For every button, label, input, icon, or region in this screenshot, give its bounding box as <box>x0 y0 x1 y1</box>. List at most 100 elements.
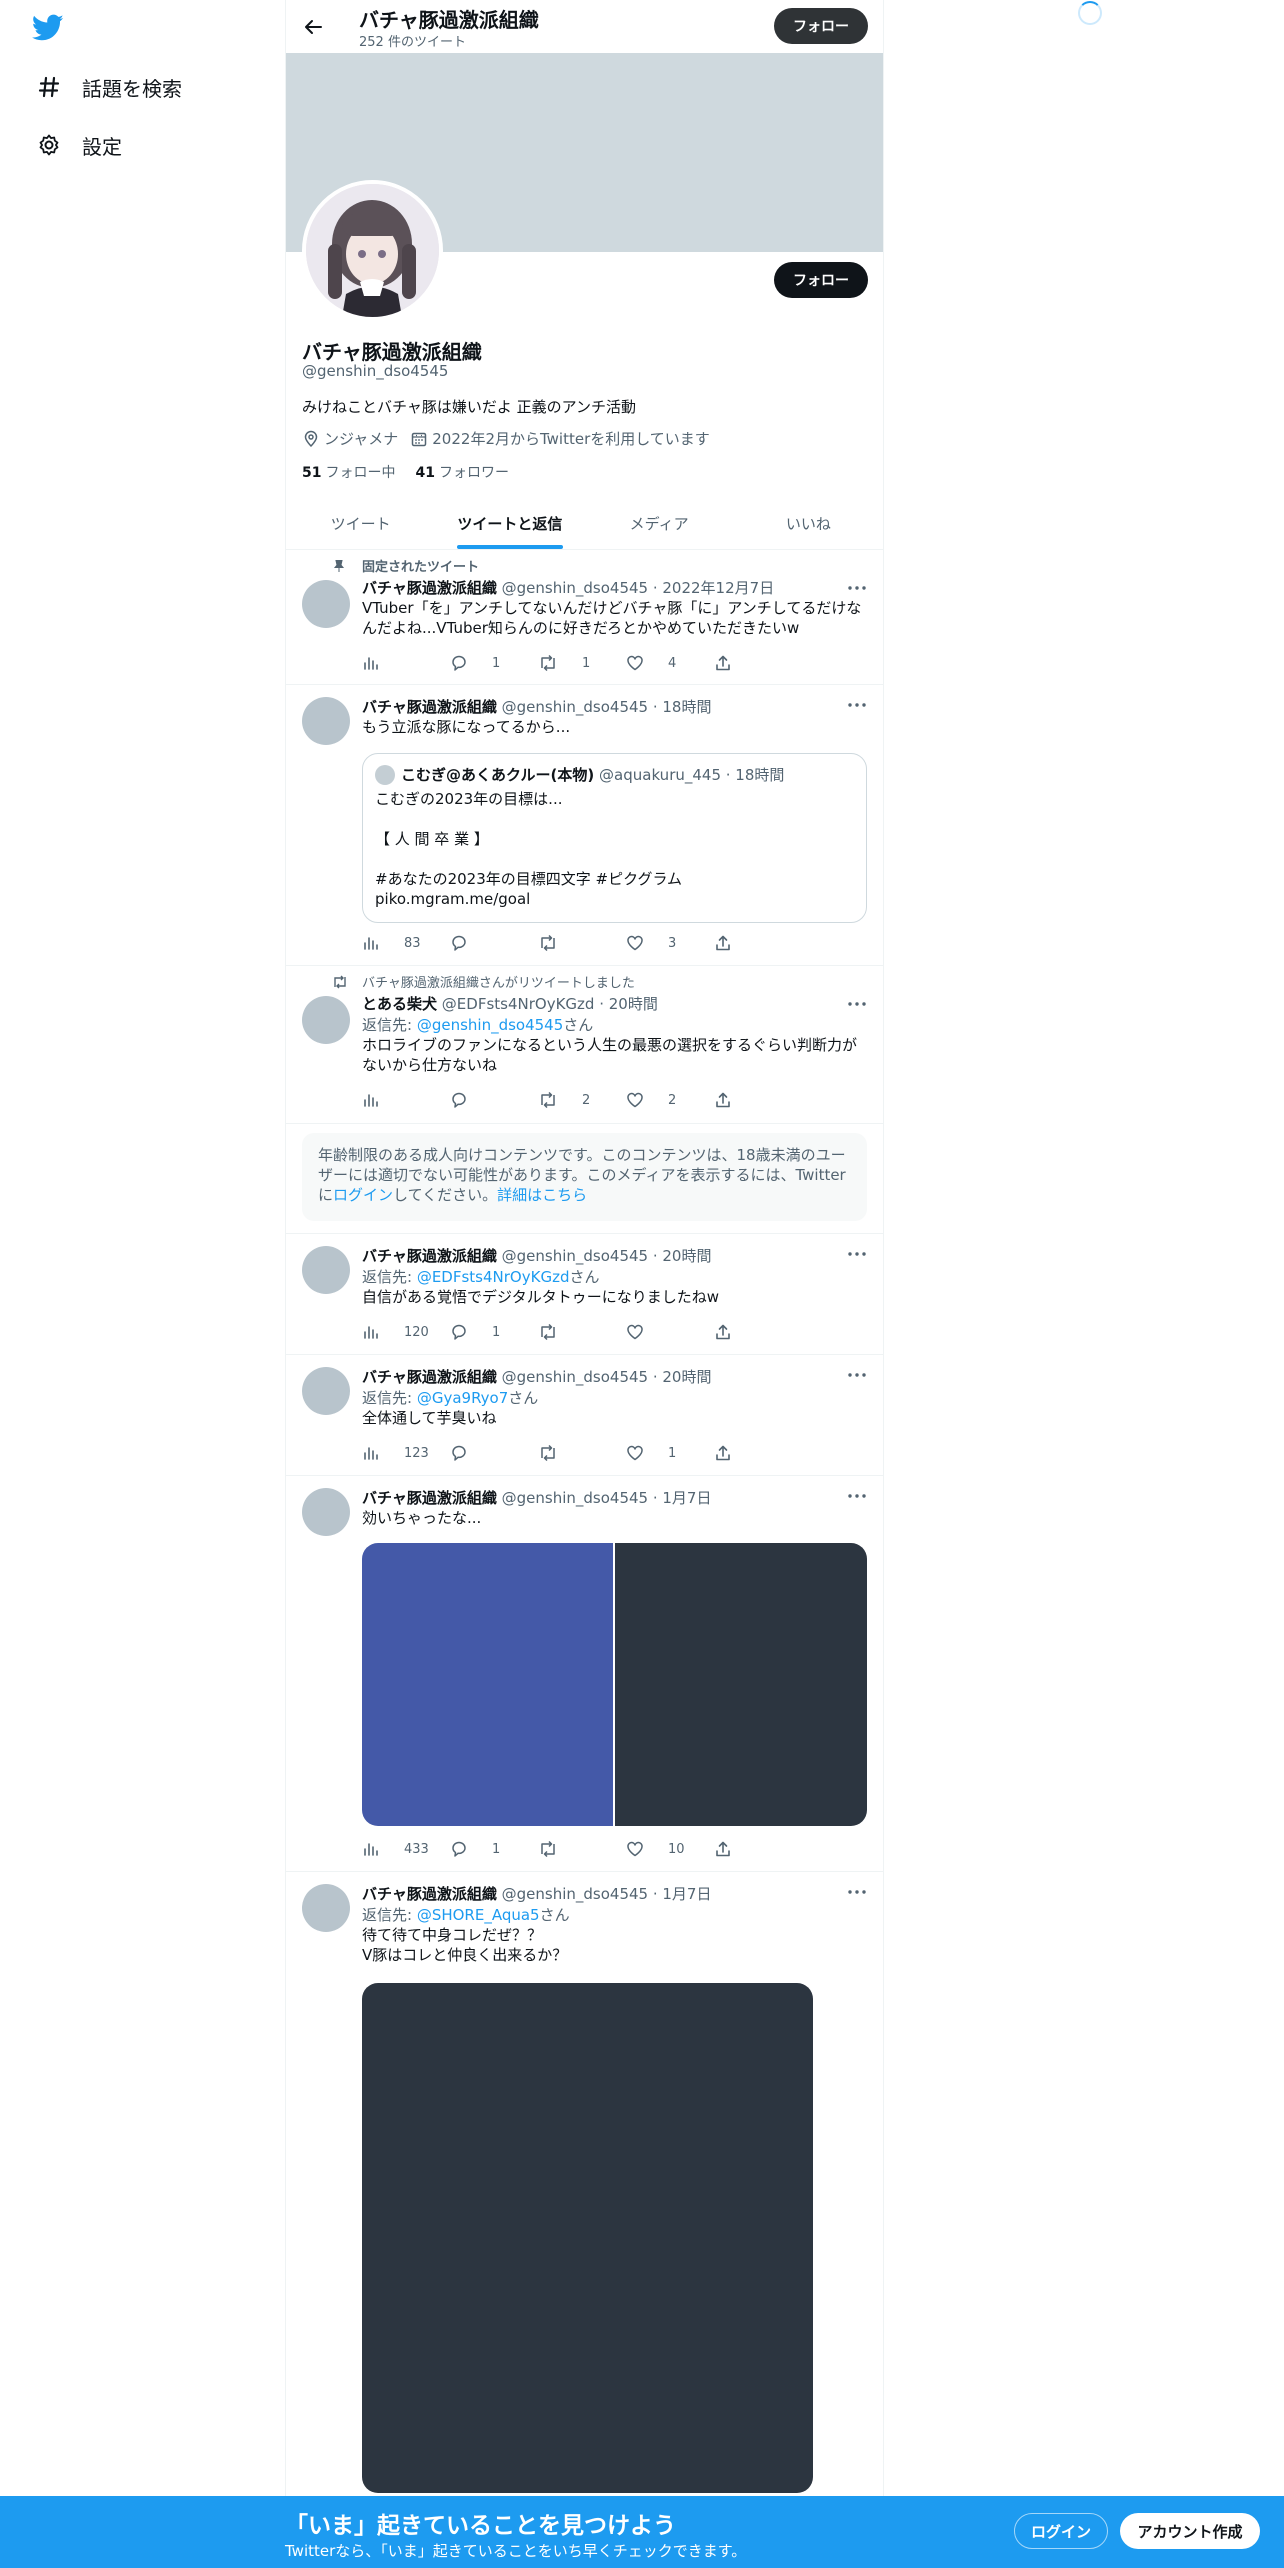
quoted-text-line <box>375 809 854 829</box>
tweet-author[interactable]: バチャ豚過激派組織 <box>362 698 497 716</box>
login-button[interactable]: ログイン <box>1014 2513 1108 2549</box>
follow-button[interactable]: フォロー <box>774 262 868 298</box>
signup-banner-subtitle: Twitterなら、「いま」起きていることをいち早くチェックできます。 <box>285 2542 747 2560</box>
share-action[interactable] <box>714 1090 802 1110</box>
retweets-action[interactable]: 1 <box>538 653 626 673</box>
tweet-author[interactable]: バチャ豚過激派組織 <box>362 1489 497 1507</box>
likes-action[interactable]: 2 <box>626 1090 714 1110</box>
share-action[interactable] <box>714 1839 802 1859</box>
replies-action[interactable] <box>450 1443 538 1463</box>
tweet[interactable]: バチャ豚過激派組織 @genshin_dso4545 · 1月7日 返信先: @… <box>286 1872 883 2496</box>
reply-handle-link[interactable]: @genshin_dso4545 <box>417 1016 563 1034</box>
replies-action[interactable] <box>450 933 538 953</box>
reply-handle-link[interactable]: @EDFsts4NrOyKGzd <box>417 1268 570 1286</box>
likes-action[interactable]: 10 <box>626 1839 714 1859</box>
profile-avatar[interactable] <box>302 180 443 321</box>
avatar[interactable] <box>302 1884 350 1932</box>
reply-prefix: 返信先: <box>362 1389 417 1407</box>
signup-button[interactable]: アカウント作成 <box>1120 2513 1260 2549</box>
media-image[interactable] <box>615 1543 867 1826</box>
avatar[interactable] <box>302 1488 350 1536</box>
tab-tweets[interactable]: ツイート <box>286 497 435 549</box>
tweet-author[interactable]: とある柴犬 <box>362 995 437 1013</box>
retweets-action[interactable] <box>538 1839 626 1859</box>
tweet[interactable]: バチャ豚過激派組織 @genshin_dso4545 · 18時間 もう立派な豚… <box>286 685 883 966</box>
likes-action[interactable]: 3 <box>626 933 714 953</box>
tweet-text: 全体通して芋臭いね <box>362 1409 497 1427</box>
twitter-logo-icon[interactable] <box>31 14 64 42</box>
media-image[interactable] <box>362 1543 613 1826</box>
reply-to: 返信先: @SHORE_Aqua5さん <box>362 1904 867 1925</box>
reply-to: 返信先: @EDFsts4NrOyKGzdさん <box>362 1266 867 1287</box>
left-nav: 話題を検索 設定 <box>0 0 285 2568</box>
reply-prefix: 返信先: <box>362 1016 417 1034</box>
views-action[interactable]: 123 <box>362 1443 450 1463</box>
tweet[interactable]: バチャ豚過激派組織 @genshin_dso4545 · 20時間 返信先: @… <box>286 1234 883 1355</box>
likes-action[interactable]: 4 <box>626 653 714 673</box>
tweet[interactable]: 固定されたツイート バチャ豚過激派組織 @genshin_dso4545 · 2… <box>286 550 883 685</box>
following-link[interactable]: 51 フォロー中 <box>302 462 395 482</box>
tweet-author[interactable]: バチャ豚過激派組織 <box>362 1885 497 1903</box>
views-action[interactable]: 83 <box>362 933 450 953</box>
quoted-text-line: こむぎの2023年の目標は... <box>375 790 563 808</box>
media-image[interactable] <box>362 1983 813 2493</box>
nav-explore[interactable]: 話題を検索 <box>24 63 194 111</box>
tab-likes[interactable]: いいね <box>734 497 883 549</box>
share-icon <box>714 1323 744 1341</box>
nav-settings[interactable]: 設定 <box>24 121 134 169</box>
tweet-author[interactable]: バチャ豚過激派組織 <box>362 1368 497 1386</box>
retweets-action[interactable]: 2 <box>538 1090 626 1110</box>
tweet[interactable]: バチャ豚過激派組織さんがリツイートしました とある柴犬 @EDFsts4NrOy… <box>286 966 883 1124</box>
avatar[interactable] <box>302 996 350 1044</box>
reply-handle-link[interactable]: @SHORE_Aqua5 <box>417 1906 540 1924</box>
profile-bio: みけねことバチャ豚は嫌いだよ 正義のアンチ活動 <box>302 398 637 416</box>
tab-media[interactable]: メディア <box>585 497 734 549</box>
avatar[interactable] <box>302 697 350 745</box>
views-action[interactable]: 120 <box>362 1322 450 1342</box>
tweet-body: バチャ豚過激派組織 @genshin_dso4545 · 20時間 返信先: @… <box>362 1366 867 1428</box>
quoted-link[interactable]: piko.mgram.me/goal <box>375 889 854 909</box>
views-action[interactable] <box>362 1090 450 1110</box>
login-link[interactable]: ログイン <box>333 1186 393 1204</box>
retweets-count: 1 <box>582 655 591 671</box>
retweets-action[interactable] <box>538 933 626 953</box>
avatar[interactable] <box>302 1246 350 1294</box>
replies-action[interactable]: 1 <box>450 1839 538 1859</box>
profile-name: バチャ豚過激派組織 <box>302 340 482 364</box>
views-action[interactable]: 433 <box>362 1839 450 1859</box>
share-action[interactable] <box>714 933 802 953</box>
tweet-author[interactable]: バチャ豚過激派組織 <box>362 1247 497 1265</box>
back-arrow-icon[interactable] <box>298 12 328 42</box>
replies-action[interactable] <box>450 1090 538 1110</box>
sensitive-mid: してください。 <box>393 1186 498 1204</box>
tweet-actions: 123 1 <box>362 1443 802 1463</box>
followers-link[interactable]: 41 フォロワー <box>415 462 508 482</box>
retweets-action[interactable] <box>538 1443 626 1463</box>
share-icon <box>714 1444 744 1462</box>
avatar[interactable] <box>302 1367 350 1415</box>
tweet-meta: @genshin_dso4545 · 20時間 <box>501 1247 712 1265</box>
details-link[interactable]: 詳細はこちら <box>497 1186 587 1204</box>
share-action[interactable] <box>714 1322 802 1342</box>
reply-icon <box>450 934 480 952</box>
tweet[interactable]: バチャ豚過激派組織 @genshin_dso4545 · 20時間 返信先: @… <box>286 1355 883 1476</box>
quoted-tweet[interactable]: こむぎ@あくあクルー(本物) @aquakuru_445 · 18時間 こむぎの… <box>362 753 867 923</box>
avatar[interactable] <box>302 580 350 628</box>
likes-action[interactable] <box>626 1322 714 1342</box>
retweets-action[interactable] <box>538 1322 626 1342</box>
tab-tweets-and-replies[interactable]: ツイートと返信 <box>435 497 584 549</box>
tweet[interactable]: バチャ豚過激派組織 @genshin_dso4545 · 1月7日 効いちゃった… <box>286 1476 883 1872</box>
reply-handle-link[interactable]: @Gya9Ryo7 <box>417 1389 508 1407</box>
tweet-author[interactable]: バチャ豚過激派組織 <box>362 579 497 597</box>
replies-action[interactable]: 1 <box>450 653 538 673</box>
reply-to: 返信先: @Gya9Ryo7さん <box>362 1387 867 1408</box>
likes-action[interactable]: 1 <box>626 1443 714 1463</box>
replies-count: 1 <box>492 655 501 671</box>
quoted-text-line: #あなたの2023年の目標四文字 #ピクグラム <box>375 870 683 888</box>
tweet-text-line: んだよね...VTuber知らんのに好きだろとかやめていただきたいw <box>362 619 800 637</box>
share-action[interactable] <box>714 1443 802 1463</box>
topbar-follow-button[interactable]: フォロー <box>774 8 868 44</box>
replies-action[interactable]: 1 <box>450 1322 538 1342</box>
share-action[interactable] <box>714 653 802 673</box>
views-action[interactable] <box>362 653 450 673</box>
